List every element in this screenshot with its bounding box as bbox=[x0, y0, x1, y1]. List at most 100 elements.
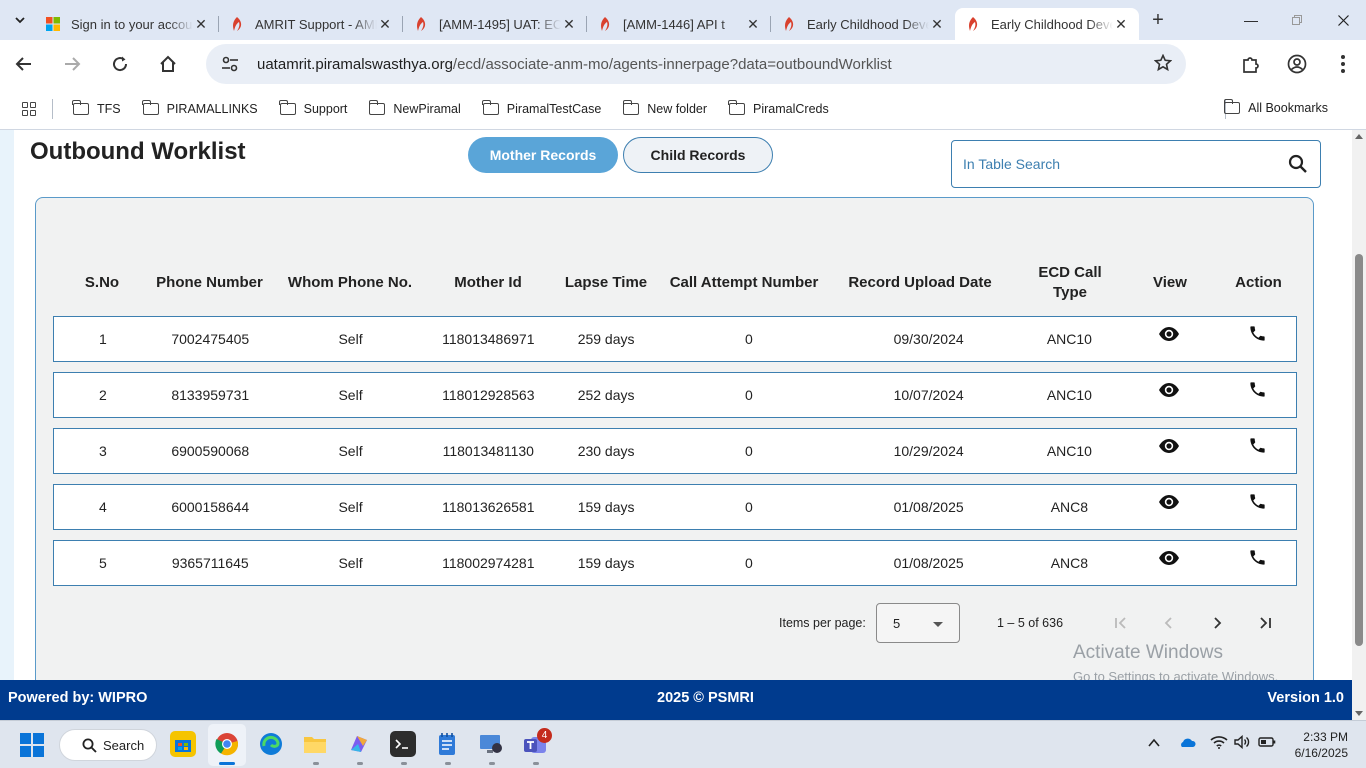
apps-grid-icon[interactable] bbox=[22, 101, 36, 116]
close-window-button[interactable] bbox=[1320, 0, 1366, 40]
extensions-button[interactable] bbox=[1228, 44, 1274, 84]
browser-tab[interactable]: Sign in to your account ✕ bbox=[35, 8, 219, 40]
view-eye-icon[interactable] bbox=[1158, 382, 1180, 403]
browser-tab[interactable]: [AMM-1495] UAT: ECD ✕ bbox=[403, 8, 587, 40]
close-tab-icon[interactable]: ✕ bbox=[193, 16, 209, 33]
profile-button[interactable] bbox=[1274, 44, 1320, 84]
column-header: Phone Number bbox=[156, 274, 263, 291]
back-button[interactable] bbox=[6, 46, 42, 82]
close-tab-icon[interactable]: ✕ bbox=[745, 16, 761, 33]
system-clock[interactable]: 2:33 PM 6/16/2025 bbox=[1295, 729, 1348, 761]
close-tab-icon[interactable]: ✕ bbox=[377, 16, 393, 33]
bookmark-label: PIRAMALLINKS bbox=[166, 101, 258, 116]
page-scrollbar[interactable] bbox=[1352, 130, 1366, 720]
table-cell-phone: 6900590068 bbox=[171, 443, 250, 459]
call-phone-icon[interactable] bbox=[1248, 324, 1267, 348]
view-eye-icon[interactable] bbox=[1158, 438, 1180, 459]
bookmark-folder[interactable]: Support bbox=[279, 99, 347, 116]
table-cell-attempt: 0 bbox=[744, 387, 753, 403]
site-info-button[interactable] bbox=[210, 56, 250, 72]
reload-button[interactable] bbox=[102, 46, 138, 82]
microsoft-store-icon[interactable] bbox=[170, 731, 196, 757]
worklist-card: S.No Phone Number Whom Phone No. Mother Id L… bbox=[35, 197, 1314, 680]
column-header: Call Attempt Number bbox=[669, 274, 819, 291]
home-button[interactable] bbox=[150, 46, 186, 82]
remote-desktop-icon[interactable] bbox=[478, 731, 504, 757]
file-explorer-icon[interactable] bbox=[302, 731, 328, 757]
table-row: 1 7002475405 Self 118013486971 259 days 0 09/3… bbox=[53, 316, 1297, 362]
search-icon bbox=[82, 738, 97, 753]
battery-icon[interactable] bbox=[1258, 735, 1276, 751]
call-phone-icon[interactable] bbox=[1248, 380, 1267, 404]
bookmark-folder[interactable]: New folder bbox=[622, 99, 707, 116]
taskbar-search-button[interactable]: Search bbox=[59, 729, 157, 761]
bookmark-folder[interactable]: PIRAMALLINKS bbox=[142, 99, 258, 116]
scroll-down-icon[interactable] bbox=[1355, 711, 1363, 716]
minimize-button[interactable]: — bbox=[1228, 0, 1274, 40]
close-tab-icon[interactable]: ✕ bbox=[1113, 16, 1129, 33]
close-tab-icon[interactable]: ✕ bbox=[929, 16, 945, 33]
left-edge-bar bbox=[0, 130, 14, 680]
bookmark-label: PiramalTestCase bbox=[506, 101, 602, 116]
menu-button[interactable] bbox=[1320, 44, 1366, 84]
table-cell-phone: 6000158644 bbox=[171, 499, 250, 515]
search-icon[interactable] bbox=[1288, 154, 1308, 179]
table-search-box bbox=[951, 140, 1321, 188]
bookmark-star-icon[interactable] bbox=[1153, 53, 1173, 77]
microsoft-365-icon[interactable] bbox=[346, 731, 372, 757]
bookmark-folder[interactable]: TFS bbox=[72, 99, 121, 116]
table-cell-sno: 2 bbox=[99, 387, 107, 403]
wifi-icon[interactable] bbox=[1210, 735, 1228, 752]
terminal-icon[interactable] bbox=[390, 731, 416, 757]
browser-tab[interactable]: Early Childhood Development✕ bbox=[771, 8, 955, 40]
taskbar-running-indicator bbox=[313, 762, 319, 765]
new-tab-button[interactable]: + bbox=[1143, 9, 1173, 32]
taskbar-active-indicator bbox=[219, 762, 235, 765]
all-bookmarks-button[interactable]: All Bookmarks bbox=[1223, 99, 1328, 115]
onedrive-cloud-icon[interactable] bbox=[1178, 735, 1196, 751]
windows-start-icon[interactable] bbox=[20, 733, 44, 757]
bookmark-folder[interactable]: PiramalTestCase bbox=[482, 99, 602, 116]
mother-records-button[interactable]: Mother Records bbox=[468, 137, 618, 173]
call-phone-icon[interactable] bbox=[1248, 436, 1267, 460]
view-eye-icon[interactable] bbox=[1158, 550, 1180, 571]
previous-page-button[interactable] bbox=[1157, 611, 1181, 635]
column-header: Record Upload Date bbox=[848, 274, 992, 291]
tab-title: [AMM-1446] API t bbox=[623, 16, 725, 32]
scroll-up-icon[interactable] bbox=[1355, 134, 1363, 139]
view-eye-icon[interactable] bbox=[1158, 326, 1180, 347]
restore-button[interactable] bbox=[1274, 0, 1320, 40]
first-page-button[interactable] bbox=[1109, 611, 1133, 635]
notepad-icon[interactable] bbox=[434, 731, 460, 757]
chrome-icon[interactable] bbox=[214, 731, 240, 757]
last-page-button[interactable] bbox=[1253, 611, 1277, 635]
browser-tab[interactable]: AMRIT Support - AMRIT✕ bbox=[219, 8, 403, 40]
last-page-icon bbox=[1260, 617, 1271, 629]
call-phone-icon[interactable] bbox=[1248, 548, 1267, 572]
address-bar[interactable]: uatamrit.piramalswasthya.org/ecd/associa… bbox=[206, 44, 1186, 84]
chevron-down-icon bbox=[15, 17, 25, 24]
call-phone-icon[interactable] bbox=[1248, 492, 1267, 516]
next-page-button[interactable] bbox=[1205, 611, 1229, 635]
bookmark-label: TFS bbox=[97, 101, 121, 116]
browser-tab[interactable]: [AMM-1446] API t ✕ bbox=[587, 8, 771, 40]
close-tab-icon[interactable]: ✕ bbox=[561, 16, 577, 33]
browser-tab[interactable]: Early Childhood Development✕ bbox=[955, 8, 1139, 40]
child-records-button[interactable]: Child Records bbox=[623, 137, 773, 173]
show-hidden-icons-chevron-up-icon[interactable] bbox=[1148, 735, 1160, 751]
browser-toolbar: uatamrit.piramalswasthya.org/ecd/associa… bbox=[0, 40, 1366, 88]
tab-search-button[interactable] bbox=[5, 6, 35, 34]
forward-button[interactable] bbox=[54, 46, 90, 82]
table-search-input[interactable] bbox=[963, 156, 1263, 172]
view-eye-icon[interactable] bbox=[1158, 494, 1180, 515]
url-host: uatamrit.piramalswasthya.org bbox=[257, 55, 453, 73]
bookmark-folder[interactable]: NewPiramal bbox=[368, 99, 461, 116]
scrollbar-thumb[interactable] bbox=[1355, 254, 1363, 646]
column-header: Whom Phone No. bbox=[287, 274, 413, 291]
profile-icon bbox=[1287, 54, 1307, 74]
edge-icon[interactable] bbox=[258, 731, 284, 757]
items-per-page-select[interactable]: 5 bbox=[876, 603, 960, 643]
table-cell-call-type: ANC8 bbox=[1050, 555, 1089, 571]
bookmark-folder[interactable]: PiramalCreds bbox=[728, 99, 829, 116]
volume-icon[interactable] bbox=[1234, 734, 1250, 752]
